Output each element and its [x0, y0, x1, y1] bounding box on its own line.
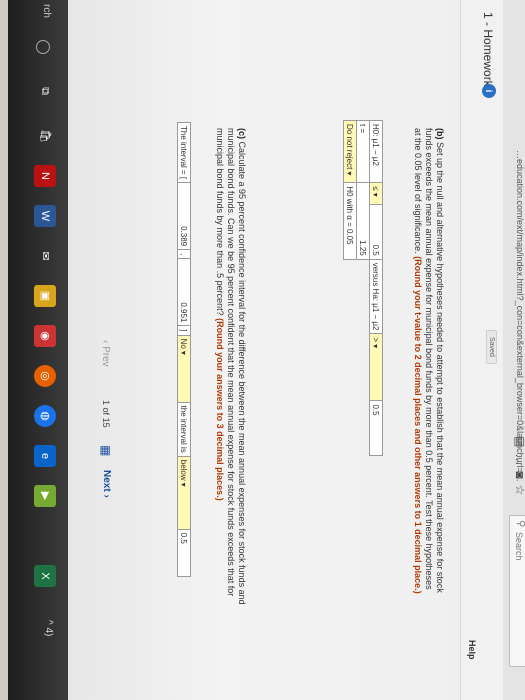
browser-toolbar: …education.com/ext/map/index.html?_con=c… [502, 0, 525, 700]
more-icon[interactable]: … [513, 453, 525, 471]
windows-taskbar: rch ⧉ 🛍 N W ✉ ▣ ◉ ◎ ◍ e ▶ X ^ 4) [8, 0, 68, 700]
confidence-answer-select[interactable]: No▾ [177, 335, 191, 403]
grid-icon[interactable]: ▦ [99, 445, 113, 456]
bookmark-star-icon[interactable]: ☆ [513, 485, 525, 502]
lower-bound-input[interactable]: 0.389 [177, 182, 191, 250]
help-link[interactable]: Help [467, 640, 477, 660]
photo-stage: …education.com/ext/map/index.html?_con=c… [0, 0, 525, 700]
interval-label: The interval = [ [177, 122, 191, 183]
h0-label: H0: μ1 − μ2 [369, 120, 383, 183]
assignment-header: 1 - Homework i Saved Help [460, 0, 503, 700]
system-tray[interactable]: ^ 4) [43, 620, 54, 636]
compare-value: 0.5 [177, 529, 191, 577]
ha-sign-select[interactable]: >▾ [369, 333, 383, 401]
part-c-prefix: (c) [237, 128, 247, 139]
pocket-icon[interactable]: ◙ [513, 471, 525, 484]
chevron-down-icon: ▾ [370, 192, 380, 197]
empty-cell [357, 259, 370, 456]
decision-condition: H0 with α = 0.05 [343, 182, 357, 260]
netflix-icon[interactable]: N [34, 165, 56, 187]
mail-icon[interactable]: ✉ [34, 245, 56, 267]
interval-comma: , [177, 249, 191, 259]
part-b-rounding-note: (Round your t-value to 2 decimal places … [413, 256, 423, 594]
explorer-icon[interactable]: ▣ [34, 285, 56, 307]
photos-icon[interactable]: ◉ [34, 325, 56, 347]
chevron-down-icon: ▾ [370, 344, 380, 349]
media-icon[interactable]: ▶ [34, 485, 56, 507]
search-icon: ⚲ [515, 520, 525, 528]
versus-ha-label: versus Ha: μ1 − μ2 [369, 259, 383, 334]
browser-search-box[interactable]: ⚲ Search [509, 515, 525, 667]
table-row: The interval = [ 0.389 , 0.951 ] No▾ the… [177, 122, 191, 577]
hypotheses-table: H0: μ1 − μ2 ≤▾ 0.5 versus Ha: μ1 − μ2 >▾… [343, 120, 383, 456]
h0-value-input[interactable]: 0.5 [369, 204, 383, 260]
page-indicator: 1 of 15 [101, 400, 111, 428]
t-value-input[interactable]: 1.25 [356, 182, 370, 260]
confidence-interval-table: The interval = [ 0.389 , 0.951 ] No▾ the… [177, 122, 191, 577]
chevron-down-icon: ▾ [178, 482, 188, 487]
search-placeholder: Search [514, 532, 524, 561]
address-bar[interactable]: …education.com/ext/map/index.html?_con=c… [515, 150, 525, 482]
part-b-prefix: (b) [435, 128, 445, 140]
table-row: H0: μ1 − μ2 ≤▾ 0.5 versus Ha: μ1 − μ2 >▾… [369, 120, 383, 456]
table-row: Do not reject▾ H0 with α = 0.05 [343, 120, 357, 456]
prev-button[interactable]: ‹ Prev [100, 340, 111, 367]
firefox-icon[interactable]: ◎ [34, 365, 56, 387]
browser-toolbar-icons: ▤…◙☆ [513, 436, 525, 501]
table-row: t = 1.25 [356, 120, 370, 456]
ha-value-input[interactable]: 0.5 [369, 400, 383, 456]
interval-is-label: the interval is [177, 402, 191, 457]
part-c-rounding-note: (Round your answers to 3 decimal places.… [215, 318, 225, 501]
taskbar-search-text[interactable]: rch [41, 4, 52, 18]
decision-select[interactable]: Do not reject▾ [343, 120, 357, 183]
chrome-icon[interactable]: ◍ [34, 405, 56, 427]
reader-icon[interactable]: ▤ [513, 436, 525, 453]
cortana-icon[interactable] [36, 40, 50, 54]
monitor-screen: …education.com/ext/map/index.html?_con=c… [8, 0, 525, 700]
part-c-question: (c) Calculate a 95 percent confidence in… [214, 128, 247, 618]
store-icon[interactable]: 🛍 [34, 125, 56, 147]
saved-status-badge: Saved [486, 330, 497, 364]
part-b-question: (b) Set up the null and alternative hypo… [412, 128, 445, 598]
assignment-title: 1 - Homework [481, 12, 495, 87]
empty-cell [344, 259, 357, 456]
task-view-icon[interactable]: ⧉ [34, 80, 56, 102]
info-icon[interactable]: i [482, 84, 496, 98]
interval-position-select[interactable]: below▾ [177, 456, 191, 530]
excel-icon[interactable]: X [34, 565, 56, 587]
upper-bound-input[interactable]: 0.951 [177, 258, 191, 326]
next-button[interactable]: Next › [101, 470, 112, 498]
word-icon[interactable]: W [34, 205, 56, 227]
interval-close: ] [177, 325, 191, 336]
edge-icon[interactable]: e [34, 445, 56, 467]
chevron-down-icon: ▾ [178, 350, 188, 355]
t-label: t = [356, 120, 370, 183]
chevron-down-icon: ▾ [344, 171, 354, 176]
h0-sign-select[interactable]: ≤▾ [369, 182, 383, 205]
